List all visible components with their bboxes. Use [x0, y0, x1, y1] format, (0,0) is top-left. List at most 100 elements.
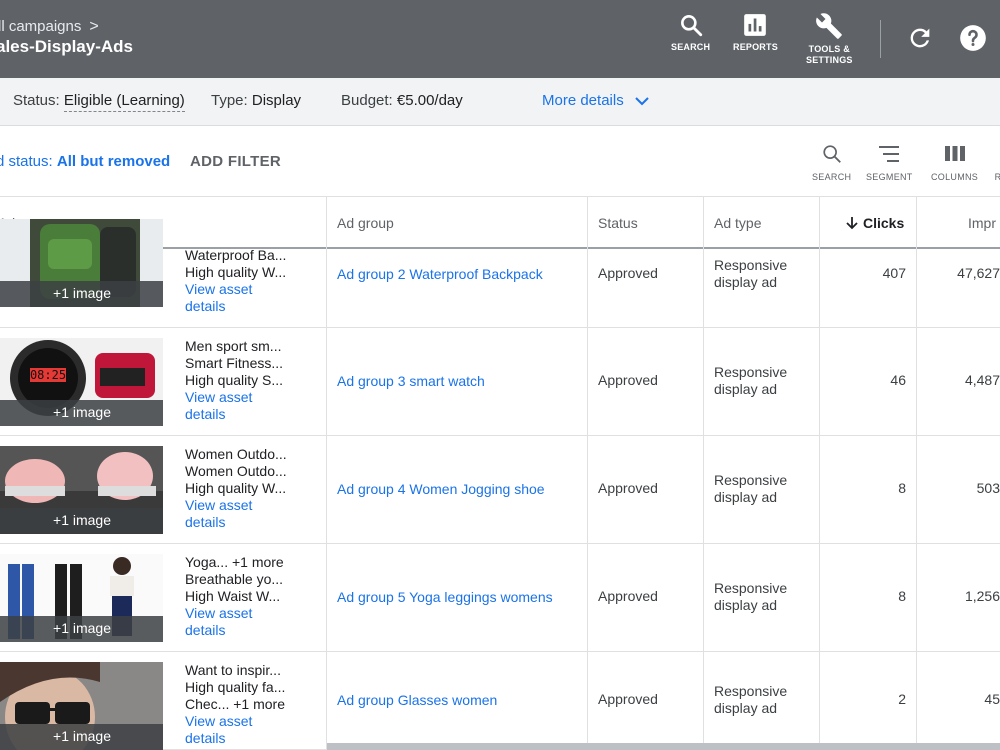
ad-group-link[interactable]: Ad group 3 smart watch — [337, 373, 485, 389]
cut-off-tool-label: R — [994, 172, 1000, 182]
ad-type-line2: display ad — [714, 381, 778, 397]
toolbar-divider — [880, 20, 881, 58]
column-divider — [587, 197, 588, 750]
ad-group-link[interactable]: Ad group 4 Women Jogging shoe — [337, 481, 545, 497]
column-header-status[interactable]: Status — [598, 197, 638, 247]
view-asset-details-link[interactable]: View asset — [185, 281, 305, 298]
ad-image-thumbnail[interactable]: 08:25 +1 image — [0, 338, 163, 426]
column-header-clicks[interactable]: Clicks — [845, 197, 904, 247]
view-asset-details-link-line2[interactable]: details — [185, 406, 305, 423]
search-icon — [680, 15, 702, 37]
tools-settings-button[interactable]: TOOLS & SETTINGS — [806, 12, 853, 66]
status-cell: Approved — [598, 691, 658, 707]
table-row[interactable]: +1 image Waterproof Ba... High quality W..… — [0, 219, 1000, 328]
column-header-ad-type[interactable]: Ad type — [714, 197, 761, 247]
budget-label: Budget: — [341, 92, 393, 109]
add-filter-button[interactable]: ADD FILTER — [190, 153, 281, 170]
ad-image-thumbnail[interactable]: +1 image — [0, 662, 163, 750]
horizontal-scrollbar[interactable] — [327, 743, 1000, 750]
column-header-ad-group[interactable]: Ad group — [337, 197, 394, 247]
image-count-overlay: +1 image — [0, 508, 163, 534]
ad-type-line1: Responsive — [714, 472, 788, 488]
status-label: Status: — [13, 92, 60, 109]
impressions-cell: 4,487 — [964, 372, 1000, 388]
ad-group-link[interactable]: Ad group 5 Yoga leggings womens — [337, 589, 553, 605]
ad-image-thumbnail[interactable]: +1 image — [0, 446, 163, 534]
image-count-overlay: +1 image — [0, 724, 163, 750]
ad-headline-line: Want to inspir... — [185, 662, 281, 678]
tools-settings-label: TOOLS & SETTINGS — [806, 44, 853, 66]
ad-text-preview: Women Outdo... Women Outdo... High quality… — [185, 446, 305, 531]
view-asset-details-link-line2[interactable]: details — [185, 622, 305, 639]
search-button[interactable]: SEARCH — [671, 12, 710, 53]
ad-headline-line: High quality fa... — [185, 679, 286, 695]
status-item[interactable]: Status: Eligible (Learning) — [13, 92, 185, 112]
ad-group-link[interactable]: Ad group 2 Waterproof Backpack — [337, 266, 543, 282]
ad-text-preview: Yoga... +1 more Breathable yo... High Wais… — [185, 554, 305, 639]
view-asset-details-link-line2[interactable]: details — [185, 514, 305, 531]
ad-text-preview: Men sport sm... Smart Fitness... High qual… — [185, 338, 305, 423]
impressions-cell: 1,256 — [964, 588, 1000, 604]
svg-text:08:25: 08:25 — [30, 368, 66, 382]
view-asset-details-link[interactable]: View asset — [185, 497, 305, 514]
more-details-label: More details — [542, 92, 624, 109]
ad-type-line1: Responsive — [714, 683, 788, 699]
ad-image-thumbnail[interactable]: +1 image — [0, 219, 163, 307]
refresh-button[interactable] — [906, 24, 934, 57]
status-value[interactable]: Eligible (Learning) — [63, 92, 185, 112]
impressions-cell: 45 — [984, 691, 1000, 707]
ad-type-line2: display ad — [714, 597, 778, 613]
budget-value[interactable]: €5.00/day — [397, 92, 463, 109]
status-filter-label: d status: — [0, 153, 53, 170]
view-asset-details-link[interactable]: View asset — [185, 713, 305, 730]
clicks-cell: 8 — [898, 588, 906, 604]
ad-type-line2: display ad — [714, 489, 778, 505]
breadcrumb-label[interactable]: ll campaigns — [0, 18, 81, 35]
breadcrumb[interactable]: ll campaigns > — [0, 18, 99, 36]
budget-item[interactable]: Budget: €5.00/day — [341, 92, 463, 109]
view-asset-details-link-line2[interactable]: details — [185, 298, 305, 315]
table-row[interactable]: +1 image Women Outdo... Women Outdo... High… — [0, 436, 1000, 544]
table-row[interactable]: +1 image Yoga... +1 more Breathable yo... H… — [0, 544, 1000, 652]
segment-button[interactable]: SEGMENT — [866, 143, 913, 182]
table-search-button[interactable]: SEARCH — [812, 143, 851, 182]
reports-button-label: REPORTS — [733, 42, 778, 52]
table-row[interactable]: +1 image Want to inspir... High quality fa… — [0, 652, 1000, 750]
reports-button[interactable]: REPORTS — [733, 12, 778, 53]
search-icon — [823, 145, 841, 163]
ad-headline-line: Men sport sm... — [185, 338, 282, 354]
view-asset-details-link[interactable]: View asset — [185, 605, 305, 622]
help-button[interactable] — [959, 24, 987, 57]
column-header-impr[interactable]: Impr — [968, 197, 996, 247]
refresh-icon — [910, 28, 930, 48]
ad-headline-line: High quality W... — [185, 264, 287, 280]
ad-group-link[interactable]: Ad group Glasses women — [337, 692, 497, 708]
status-filter-value: All but removed — [56, 153, 171, 170]
ad-headline-line: High quality S... — [185, 372, 284, 388]
ad-type-line2: display ad — [714, 274, 778, 290]
type-value: Display — [251, 92, 302, 109]
image-count-overlay: +1 image — [0, 616, 163, 642]
ad-headline-line: Smart Fitness... — [185, 355, 284, 371]
view-asset-details-link[interactable]: View asset — [185, 389, 305, 406]
ad-type-line2: display ad — [714, 700, 778, 716]
ad-headline-line: Women Outdo... — [185, 446, 287, 462]
ad-type-line1: Responsive — [714, 580, 788, 596]
help-icon — [960, 25, 986, 51]
segment-label: SEGMENT — [866, 172, 913, 182]
status-cell: Approved — [598, 480, 658, 496]
columns-button[interactable]: COLUMNS — [931, 143, 978, 182]
ad-type-cell: Responsive display ad — [714, 257, 814, 291]
chevron-down-icon — [635, 97, 649, 106]
cut-off-tool-button[interactable]: R — [994, 143, 1000, 182]
ad-image-thumbnail[interactable]: +1 image — [0, 554, 163, 642]
clicks-cell: 2 — [898, 691, 906, 707]
more-details-button[interactable]: More details — [542, 92, 650, 109]
status-cell: Approved — [598, 265, 658, 281]
ad-type-line1: Responsive — [714, 364, 788, 380]
table-row[interactable]: 08:25 +1 image Men sport sm... Smart Fitnes… — [0, 328, 1000, 436]
wrench-icon — [816, 13, 843, 39]
status-filter-chip[interactable]: d status: All but removed — [0, 153, 170, 170]
search-button-label: SEARCH — [671, 42, 711, 52]
view-asset-details-link-line2[interactable]: details — [185, 730, 305, 747]
